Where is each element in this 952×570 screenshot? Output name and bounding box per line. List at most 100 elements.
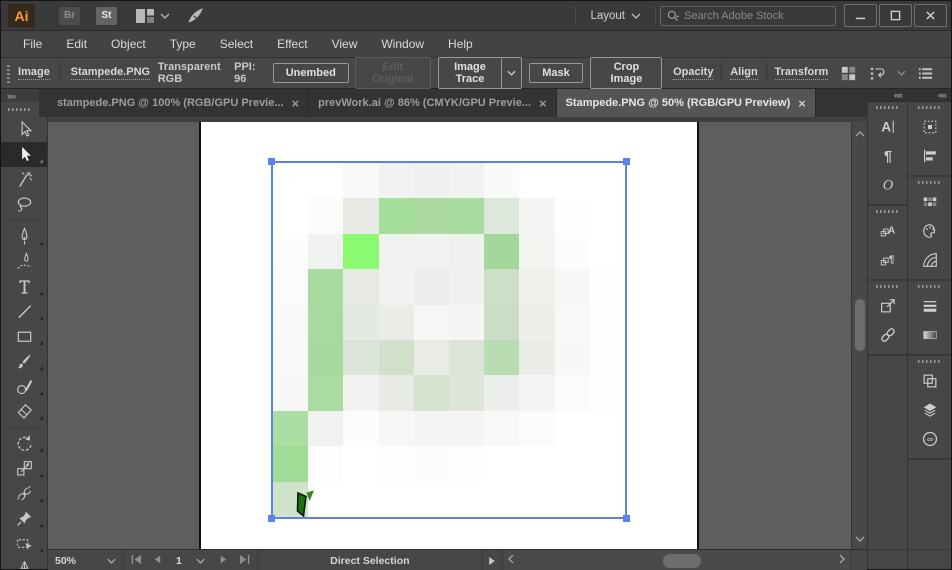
menu-file[interactable]: File: [11, 31, 54, 57]
selection-anchor-top-right[interactable]: [623, 158, 630, 165]
selection-anchor-bottom-right[interactable]: [623, 515, 630, 522]
panel-group-drag-handle[interactable]: [875, 210, 900, 213]
panel-group-drag-handle[interactable]: [917, 106, 942, 109]
paintbrush-tool[interactable]: [1, 349, 47, 374]
panel-group-drag-handle[interactable]: [917, 360, 942, 363]
scroll-left-arrow[interactable]: [507, 554, 514, 567]
scale-tool[interactable]: [1, 456, 47, 481]
magic-wand-tool[interactable]: [1, 167, 47, 192]
stock-button[interactable]: St: [96, 6, 117, 25]
next-artboard-button[interactable]: [218, 554, 229, 568]
dock-expand-toggle[interactable]: ««: [908, 89, 951, 102]
bridge-button[interactable]: Br: [59, 6, 80, 25]
direct-selection-tool[interactable]: [1, 142, 47, 167]
tab-close-button[interactable]: ×: [539, 97, 547, 110]
menu-window[interactable]: Window: [369, 31, 436, 57]
selection-anchor-bottom-left[interactable]: [268, 515, 275, 522]
tab-close-button[interactable]: ×: [292, 97, 300, 110]
vertical-scroll-thumb[interactable]: [855, 299, 865, 351]
filename-link[interactable]: Stampede.PNG: [70, 66, 151, 80]
panel-menu-icon[interactable]: [911, 64, 940, 83]
status-tool-display[interactable]: Direct Selection: [258, 550, 483, 570]
image-trace-options-chevron[interactable]: [501, 57, 522, 89]
opentype-panel-button[interactable]: O: [871, 170, 905, 199]
last-artboard-button[interactable]: [238, 554, 251, 568]
shaper-tool[interactable]: [1, 374, 47, 399]
tab-close-button[interactable]: ×: [798, 97, 806, 110]
minimize-button[interactable]: [844, 4, 877, 27]
gradient-panel-button[interactable]: [913, 320, 947, 349]
cc-libraries-panel-button[interactable]: ∞: [913, 424, 947, 453]
document-tab-3[interactable]: Stampede.PNG @ 50% (RGB/GPU Preview) ×: [556, 89, 816, 117]
stock-search-box[interactable]: [660, 5, 836, 26]
panel-group-drag-handle[interactable]: [875, 285, 900, 288]
rectangle-tool[interactable]: [1, 324, 47, 349]
workspace-switcher[interactable]: Layout: [576, 1, 655, 30]
menu-effect[interactable]: Effect: [265, 31, 319, 57]
perspective-grid-tool[interactable]: [1, 556, 47, 569]
select-similar-icon[interactable]: [863, 64, 892, 83]
scroll-down-arrow[interactable]: [855, 533, 865, 545]
alignment-grid-icon[interactable]: [834, 64, 863, 83]
swatches-panel-button[interactable]: [913, 187, 947, 216]
tools-drag-handle[interactable]: [1, 102, 39, 117]
transform-link[interactable]: Transform: [774, 66, 829, 80]
links-panel-button[interactable]: [871, 320, 905, 349]
document-tab-2[interactable]: prevWork.ai @ 86% (CMYK/GPU Previe... ×: [309, 89, 557, 117]
lasso-tool[interactable]: [1, 192, 47, 217]
selection-tool[interactable]: [1, 117, 47, 142]
search-input[interactable]: [684, 9, 830, 22]
color-panel-button[interactable]: [913, 216, 947, 245]
puppet-warp-tool[interactable]: [1, 506, 47, 531]
character-panel-button[interactable]: A: [871, 112, 905, 141]
paragraph-panel-button[interactable]: ¶: [871, 141, 905, 170]
horizontal-scrollbar[interactable]: [502, 550, 851, 570]
crop-image-button[interactable]: Crop Image: [590, 57, 663, 89]
curvature-tool[interactable]: [1, 249, 47, 274]
image-trace-button[interactable]: Image Trace: [438, 57, 502, 89]
paragraph-styles-panel-button[interactable]: ¶: [871, 245, 905, 274]
menu-edit[interactable]: Edit: [54, 31, 99, 57]
share-rocket-icon[interactable]: [186, 6, 205, 25]
pen-tool[interactable]: [1, 224, 47, 249]
line-segment-tool[interactable]: [1, 299, 47, 324]
dock-expand-toggle[interactable]: ««: [868, 89, 907, 102]
color-guide-panel-button[interactable]: [913, 245, 947, 274]
eraser-tool[interactable]: [1, 399, 47, 424]
align-link[interactable]: Align: [730, 66, 758, 80]
menu-view[interactable]: View: [320, 31, 370, 57]
document-tab-1[interactable]: stampede.PNG @ 100% (RGB/GPU Previe... ×: [48, 89, 310, 117]
zoom-level-dropdown[interactable]: 50%: [48, 550, 124, 570]
panel-drag-handle[interactable]: [7, 63, 11, 83]
shape-builder-tool[interactable]: [1, 531, 47, 556]
maximize-button[interactable]: [879, 4, 912, 27]
close-button[interactable]: [914, 4, 947, 27]
character-styles-panel-button[interactable]: A: [871, 216, 905, 245]
pasteboard[interactable]: [48, 122, 851, 549]
transparency-panel-button[interactable]: [913, 366, 947, 395]
previous-artboard-button[interactable]: [152, 554, 163, 568]
panel-group-drag-handle[interactable]: [917, 181, 942, 184]
menu-object[interactable]: Object: [99, 31, 158, 57]
type-tool[interactable]: [1, 274, 47, 299]
selection-anchor-top-left[interactable]: [268, 158, 275, 165]
mask-button[interactable]: Mask: [529, 63, 583, 83]
first-artboard-button[interactable]: [130, 554, 143, 568]
unembed-button[interactable]: Unembed: [272, 63, 349, 83]
status-options-arrow[interactable]: [483, 550, 503, 570]
scroll-right-arrow[interactable]: [839, 554, 845, 567]
transform-panel-panel-button[interactable]: [913, 112, 947, 141]
panel-group-drag-handle[interactable]: [917, 285, 942, 288]
free-transform-tool[interactable]: [1, 481, 47, 506]
rotate-tool[interactable]: [1, 431, 47, 456]
image-panel-link[interactable]: Image: [18, 66, 50, 80]
align-panel-panel-button[interactable]: [913, 141, 947, 170]
menu-type[interactable]: Type: [158, 31, 208, 57]
chevron-down-icon[interactable]: [160, 13, 170, 19]
horizontal-scroll-thumb[interactable]: [662, 553, 701, 568]
selected-placed-image[interactable]: [268, 158, 630, 522]
stroke-panel-button[interactable]: [913, 291, 947, 320]
opacity-link[interactable]: Opacity: [673, 66, 714, 80]
menu-help[interactable]: Help: [436, 31, 485, 57]
panel-group-drag-handle[interactable]: [875, 106, 900, 109]
